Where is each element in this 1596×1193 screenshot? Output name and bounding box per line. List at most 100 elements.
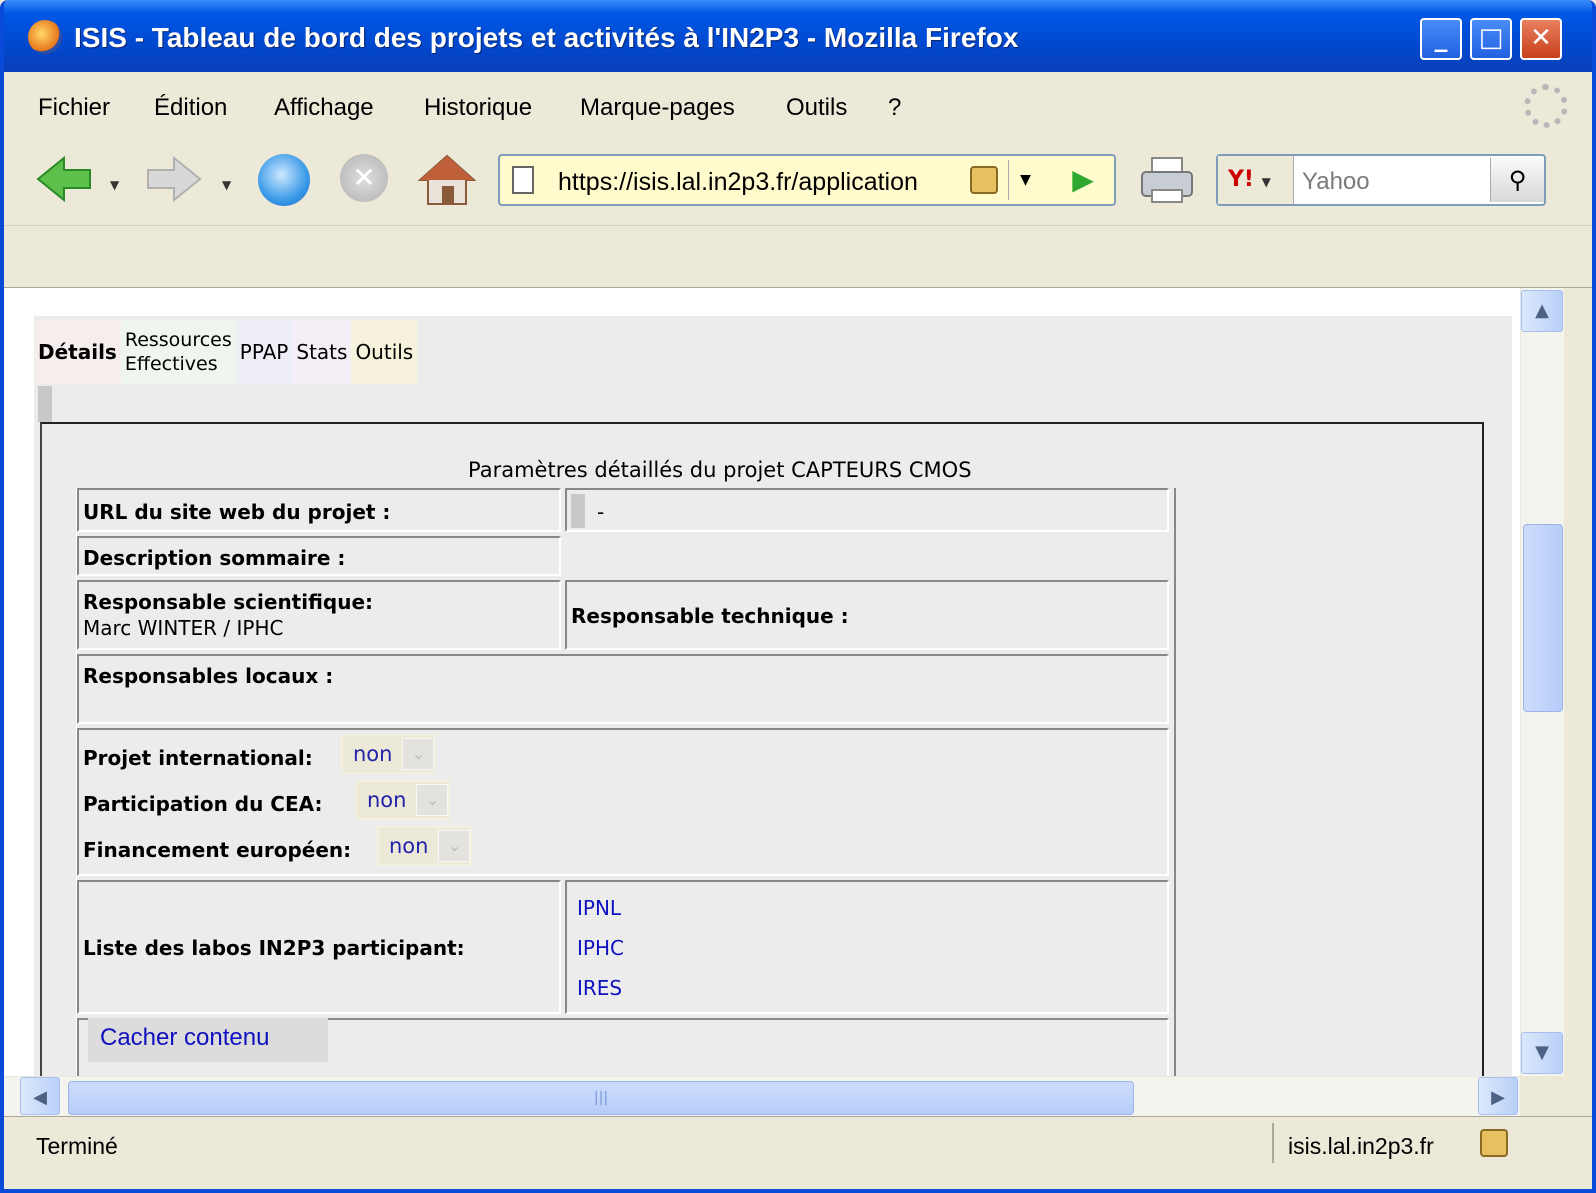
tab-stats[interactable]: Stats: [292, 320, 352, 384]
horizontal-scroll-thumb[interactable]: |||: [68, 1081, 1134, 1115]
lab-link[interactable]: IPHC: [577, 936, 624, 960]
details-table: URL du site web du projet : - Descriptio…: [76, 488, 1176, 1076]
url-text[interactable]: https://isis.lal.in2p3.fr/application: [558, 168, 918, 197]
cea-label: Participation du CEA:: [83, 792, 323, 816]
panel-title: Paramètres détaillés du projet CAPTEURS …: [468, 458, 972, 482]
url-label: URL du site web du projet :: [83, 500, 391, 524]
description-label: Description sommaire :: [83, 546, 346, 570]
url-value-cell: -: [565, 488, 1169, 532]
yahoo-icon: Y!: [1228, 167, 1254, 192]
status-host: isis.lal.in2p3.fr: [1288, 1133, 1434, 1159]
resp-sci-value: Marc WINTER / IPHC: [83, 616, 284, 640]
forward-dropdown-icon[interactable]: ▼: [222, 178, 231, 192]
menu-edition[interactable]: Édition: [154, 94, 227, 122]
reload-icon[interactable]: [258, 154, 310, 206]
throbber-icon: [1524, 84, 1568, 128]
tab-ressources-line2: Effectives: [124, 353, 218, 375]
menu-outils[interactable]: Outils: [786, 94, 847, 122]
firefox-icon: [28, 20, 62, 54]
status-bar: Terminé isis.lal.in2p3.fr: [4, 1116, 1592, 1189]
menu-historique[interactable]: Historique: [424, 94, 532, 122]
close-button[interactable]: ✕: [1520, 18, 1562, 60]
status-text: Terminé: [36, 1133, 118, 1159]
euro-select[interactable]: non ⌄: [377, 826, 473, 866]
page-content: Détails Ressources Effectives PPAP Stats …: [4, 288, 1520, 1076]
chevron-down-icon: ⌄: [416, 784, 449, 816]
lock-icon[interactable]: [970, 166, 998, 194]
resp-tech-label: Responsable technique :: [571, 604, 849, 628]
intl-select[interactable]: non ⌄: [341, 734, 437, 774]
scroll-corner: [1520, 1076, 1564, 1116]
description-label-cell: Description sommaire :: [77, 536, 561, 576]
page-icon: [512, 166, 534, 194]
chevron-down-icon: ⌄: [402, 738, 435, 770]
resp-sci-cell: Responsable scientifique: Marc WINTER / …: [77, 580, 561, 650]
tab-details[interactable]: Détails: [34, 320, 121, 384]
menu-fichier[interactable]: Fichier: [38, 94, 110, 122]
tab-outils[interactable]: Outils: [351, 320, 418, 384]
url-value: -: [597, 500, 605, 524]
chevron-down-icon: ⌄: [438, 830, 471, 862]
browser-window: ISIS - Tableau de bord des projets et ac…: [0, 0, 1596, 1193]
search-icon[interactable]: ⚲: [1490, 158, 1544, 202]
labs-label-cell: Liste des labos IN2P3 participant:: [77, 880, 561, 1014]
engine-dropdown-icon: ▼: [1261, 175, 1271, 189]
tab-indicator: [38, 386, 52, 422]
menu-bar: Fichier Édition Affichage Historique Mar…: [4, 72, 1592, 140]
vertical-scroll-thumb[interactable]: [1523, 524, 1563, 712]
labs-label: Liste des labos IN2P3 participant:: [83, 936, 465, 960]
scroll-right-icon[interactable]: ▶: [1478, 1077, 1518, 1115]
tab-ppap[interactable]: PPAP: [235, 320, 293, 384]
menu-help[interactable]: ?: [888, 94, 901, 122]
scroll-up-icon[interactable]: ▲: [1521, 290, 1563, 332]
page-area: Détails Ressources Effectives PPAP Stats …: [34, 316, 1512, 1076]
lab-link[interactable]: IRES: [577, 976, 622, 1000]
search-box[interactable]: Y! ▼ Yahoo ⚲: [1216, 154, 1546, 206]
cea-select-value: non: [367, 788, 407, 812]
maximize-button[interactable]: □: [1470, 18, 1512, 60]
euro-select-value: non: [389, 834, 429, 858]
url-marker: [571, 494, 585, 528]
resp-sci-label: Responsable scientifique:: [83, 590, 374, 614]
intl-label: Projet international:: [83, 746, 313, 770]
flags-cell: Projet international: non ⌄ Participatio…: [77, 728, 1169, 876]
resp-locaux-cell: Responsables locaux :: [77, 654, 1169, 724]
go-icon[interactable]: ▶: [1056, 158, 1110, 202]
tab-strip: Détails Ressources Effectives PPAP Stats …: [34, 320, 418, 384]
tab-ressources-effectives[interactable]: Ressources Effectives: [120, 320, 236, 384]
cea-select[interactable]: non ⌄: [355, 780, 451, 820]
scroll-down-icon[interactable]: ▼: [1521, 1032, 1563, 1074]
window-title: ISIS - Tableau de bord des projets et ac…: [74, 22, 1019, 53]
url-label-cell: URL du site web du projet :: [77, 488, 561, 532]
title-bar[interactable]: ISIS - Tableau de bord des projets et ac…: [4, 0, 1592, 72]
back-arrow-icon[interactable]: [34, 154, 94, 204]
search-input[interactable]: Yahoo: [1302, 168, 1370, 196]
status-separator: [1272, 1123, 1274, 1163]
hide-content-button[interactable]: Cacher contenu: [88, 1018, 328, 1062]
menu-marque-pages[interactable]: Marque-pages: [580, 94, 735, 122]
description-value-cell: [565, 536, 1169, 576]
stop-icon[interactable]: ✕: [340, 154, 388, 202]
scroll-left-icon[interactable]: ◀: [20, 1077, 60, 1115]
url-bar[interactable]: https://isis.lal.in2p3.fr/application ▼ …: [498, 154, 1116, 206]
vertical-scrollbar[interactable]: ▲ ▼: [1520, 288, 1564, 1076]
intl-select-value: non: [353, 742, 393, 766]
home-icon[interactable]: [418, 154, 476, 206]
url-dropdown-icon[interactable]: ▼: [1008, 160, 1042, 200]
lab-link[interactable]: IPNL: [577, 896, 621, 920]
horizontal-scrollbar[interactable]: ◀ ||| ▶: [4, 1076, 1520, 1116]
back-dropdown-icon[interactable]: ▼: [110, 178, 119, 192]
lock-icon[interactable]: [1480, 1129, 1508, 1157]
tab-ressources-line1: Ressources: [124, 329, 232, 351]
print-icon[interactable]: [1138, 154, 1196, 206]
minimize-button[interactable]: _: [1420, 18, 1462, 60]
resp-locaux-label: Responsables locaux :: [83, 664, 334, 688]
details-panel: Paramètres détaillés du projet CAPTEURS …: [40, 422, 1484, 1076]
bookmarks-toolbar: [4, 226, 1592, 288]
euro-label: Financement européen:: [83, 838, 352, 862]
navigation-toolbar: ▼ ▼ ✕ https://isis.lal.in2p3.fr/applicat…: [4, 140, 1592, 226]
forward-arrow-icon[interactable]: [144, 154, 204, 204]
labs-value-cell: IPNL IPHC IRES: [565, 880, 1169, 1014]
menu-affichage[interactable]: Affichage: [274, 94, 374, 122]
search-engine-selector[interactable]: Y! ▼: [1218, 156, 1294, 204]
